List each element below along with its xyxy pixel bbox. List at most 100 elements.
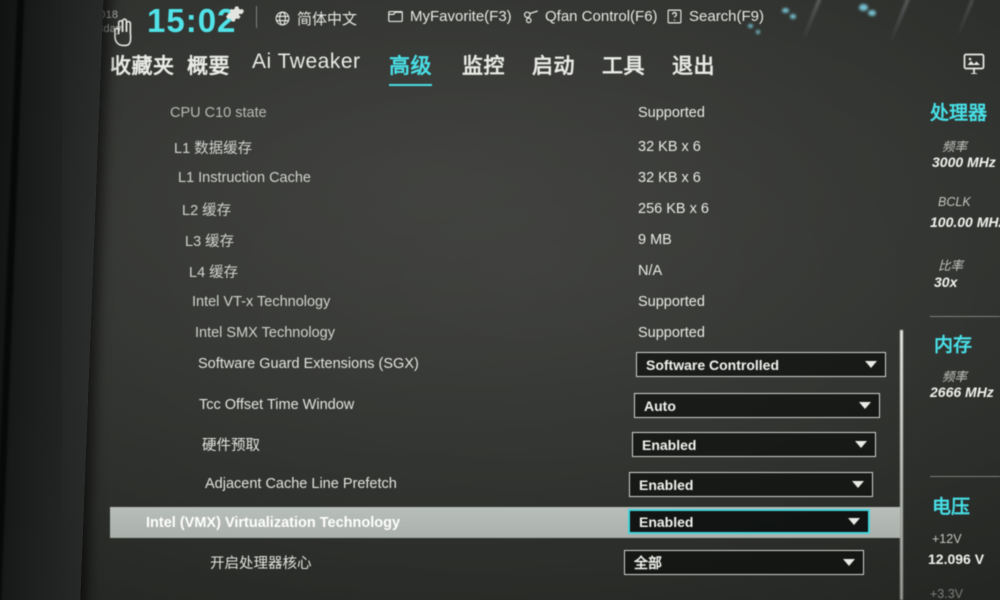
row-value: 256 KB x 6 <box>638 201 709 217</box>
chevron-down-icon <box>855 441 867 448</box>
tab-monitor[interactable]: 监控 <box>462 50 505 80</box>
globe-icon <box>274 10 291 27</box>
sgx-dropdown[interactable]: Software Controlled <box>636 352 886 377</box>
tab-main[interactable]: 概要 <box>187 50 230 80</box>
row-label: L4 缓存 <box>189 264 239 281</box>
lens-glint <box>790 14 796 19</box>
cpu-ratio-value: 30x <box>934 274 958 290</box>
row-label: L1 Instruction Cache <box>178 170 311 186</box>
tab-tool[interactable]: 工具 <box>602 50 645 80</box>
vmx-dropdown[interactable]: Enabled <box>628 509 870 534</box>
row-label: L3 缓存 <box>185 233 235 250</box>
myfavorite-button[interactable]: MyFavorite(F3) <box>387 8 512 25</box>
list-item: L4 缓存 N/A <box>62 256 900 286</box>
list-item: L1 数据缓存 32 KB x 6 <box>62 132 900 162</box>
chevron-down-icon <box>865 361 877 368</box>
search-button[interactable]: Search(F9) <box>666 8 764 25</box>
tab-label: 退出 <box>672 55 715 78</box>
hw-prefetch-dropdown[interactable]: Enabled <box>632 432 876 457</box>
row-value: 32 KB x 6 <box>638 170 701 186</box>
cpu-bclk-value: 100.00 MHz <box>930 214 1000 230</box>
sidebar-section-voltage-title: 电压 <box>932 497 971 518</box>
light-streak <box>888 0 911 45</box>
fan-icon <box>522 8 539 25</box>
list-item-vmx-selected[interactable]: Intel (VMX) Virtualization Technology En… <box>110 507 900 538</box>
row-value: 9 MB <box>638 232 672 248</box>
hand-cursor-icon <box>110 16 136 50</box>
list-item: CPU C10 state Supported <box>62 98 900 128</box>
tab-label: 高级 <box>389 55 432 78</box>
row-value: Supported <box>638 294 705 310</box>
dropdown-value: Auto <box>644 397 676 414</box>
tab-label: 启动 <box>532 55 575 78</box>
cpu-freq-value: 3000 MHz <box>932 154 996 170</box>
cpu-cores-dropdown[interactable]: 全部 <box>624 550 864 575</box>
dropdown-value: Software Controlled <box>646 356 780 373</box>
qfan-label: Qfan Control(F6) <box>545 8 658 25</box>
row-label: Intel SMX Technology <box>195 325 335 341</box>
lens-glint <box>859 4 868 11</box>
topbar-divider <box>256 6 257 28</box>
nav-tabs: 收藏夹 概要 Ai Tweaker 高级 监控 启动 工具 退出 <box>62 50 1000 92</box>
row-value: N/A <box>638 263 663 279</box>
tab-label: Ai Tweaker <box>252 50 361 73</box>
top-bar: 11/07/2018 Wednesday 15:02 <box>62 0 1000 46</box>
qfan-control-button[interactable]: Qfan Control(F6) <box>522 8 658 25</box>
question-box-icon <box>666 8 683 25</box>
tab-exit[interactable]: 退出 <box>672 50 715 80</box>
cpu-bclk-label: BCLK <box>938 195 971 209</box>
list-item: L2 缓存 256 KB x 6 <box>62 194 900 224</box>
bios-screen: 11/07/2018 Wednesday 15:02 <box>62 0 1000 600</box>
voltage-12v-label: +12V <box>932 532 962 546</box>
tcc-dropdown[interactable]: Auto <box>634 393 880 418</box>
list-item-adjacent-cache[interactable]: Adjacent Cache Line Prefetch Enabled <box>62 469 900 499</box>
folder-icon <box>387 8 404 25</box>
row-label: Software Guard Extensions (SGX) <box>198 356 419 372</box>
sidebar-separator <box>930 316 1000 317</box>
row-label: 开启处理器核心 <box>210 555 312 572</box>
row-value: 32 KB x 6 <box>638 139 701 155</box>
language-label: 简体中文 <box>297 11 358 28</box>
row-label: L2 缓存 <box>182 202 232 219</box>
myfavorite-label: MyFavorite(F3) <box>410 8 512 25</box>
voltage-12v-value: 12.096 V <box>928 551 985 567</box>
language-selector[interactable]: 简体中文 <box>274 8 357 29</box>
list-item-cpu-cores[interactable]: 开启处理器核心 全部 <box>62 547 900 577</box>
tab-label: 工具 <box>602 55 645 78</box>
tab-ai-tweaker[interactable]: Ai Tweaker <box>252 50 361 74</box>
sidebar-section-memory-title: 内存 <box>934 335 973 356</box>
gear-icon[interactable] <box>225 4 245 24</box>
tab-favorites[interactable]: 收藏夹 <box>110 50 175 80</box>
list-item: L1 Instruction Cache 32 KB x 6 <box>62 163 900 193</box>
lens-glint <box>748 24 753 28</box>
sidebar-section-cpu-title: 处理器 <box>930 103 988 124</box>
settings-list: CPU C10 state Supported L1 数据缓存 32 KB x … <box>62 92 900 600</box>
tab-boot[interactable]: 启动 <box>532 50 575 80</box>
row-label: Adjacent Cache Line Prefetch <box>205 476 397 492</box>
list-item: L3 缓存 9 MB <box>62 225 900 255</box>
dropdown-value: 全部 <box>634 554 662 571</box>
chevron-down-icon <box>852 481 864 488</box>
clock-display: 15:02 <box>147 2 237 39</box>
list-item-tcc[interactable]: Tcc Offset Time Window Auto <box>62 390 900 420</box>
list-item-sgx[interactable]: Software Guard Extensions (SGX) Software… <box>62 349 900 379</box>
help-strip-cutoff <box>62 584 1000 600</box>
row-label: Tcc Offset Time Window <box>199 397 355 413</box>
chevron-down-icon <box>848 518 860 525</box>
row-label: Intel (VMX) Virtualization Technology <box>146 514 401 531</box>
dropdown-value: Enabled <box>642 436 697 453</box>
tab-advanced[interactable]: 高级 <box>389 50 432 86</box>
dropdown-value: Enabled <box>639 476 694 493</box>
list-item-hw-prefetch[interactable]: 硬件预取 Enabled <box>62 429 900 459</box>
light-streak <box>956 0 974 37</box>
row-label: 硬件预取 <box>202 437 260 454</box>
row-value: Supported <box>638 325 705 341</box>
adjacent-cache-dropdown[interactable]: Enabled <box>629 472 873 497</box>
lens-glint <box>782 8 789 13</box>
memory-freq-value: 2666 MHz <box>930 384 994 400</box>
sidebar-divider-vertical <box>900 330 903 600</box>
row-label: CPU C10 state <box>170 105 267 121</box>
light-streak <box>801 0 822 41</box>
chevron-down-icon <box>859 402 871 409</box>
chevron-down-icon <box>843 559 855 566</box>
